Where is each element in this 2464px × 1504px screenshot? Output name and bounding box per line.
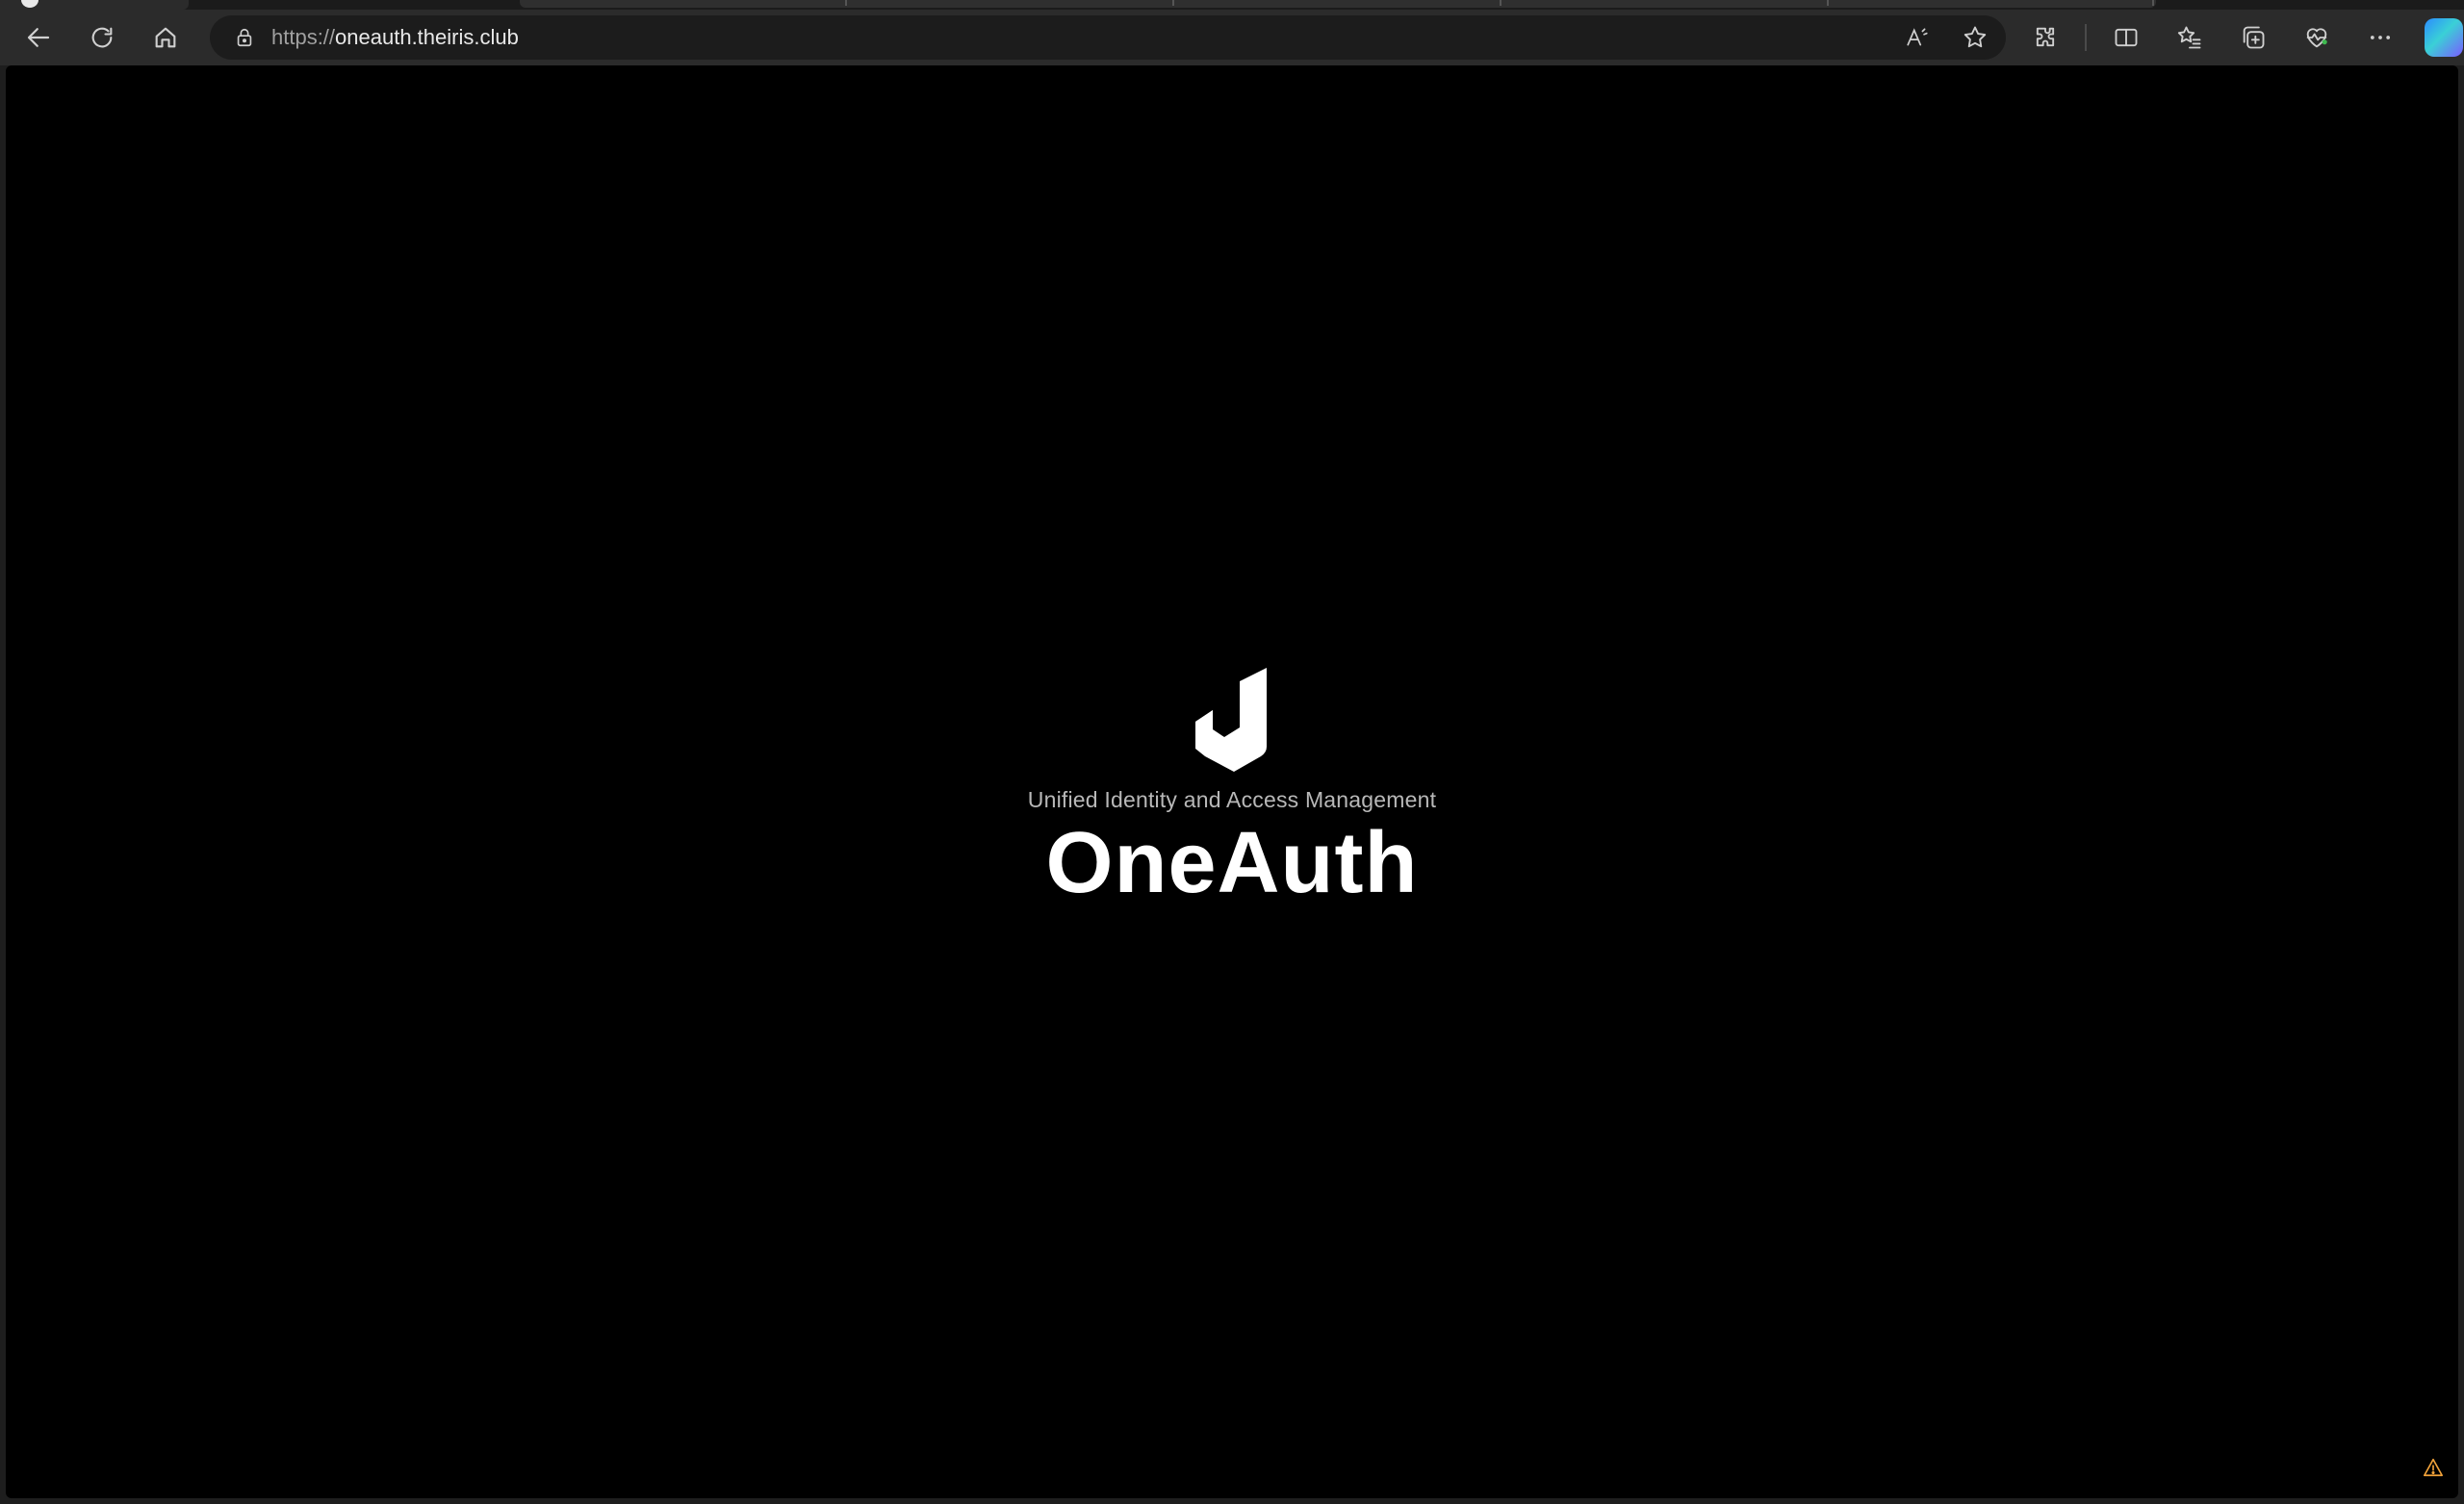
tab-separator <box>1500 0 1502 6</box>
favorites-list-icon <box>2177 26 2201 49</box>
warning-icon[interactable] <box>2422 1456 2445 1479</box>
back-button[interactable] <box>13 13 64 63</box>
browser-tools <box>2021 10 2464 65</box>
address-bar[interactable]: https://oneauth.theiris.club <box>210 15 2006 60</box>
read-aloud-button[interactable] <box>1898 18 1937 57</box>
tab-separator <box>1827 0 1829 6</box>
url-text[interactable]: https://oneauth.theiris.club <box>271 25 519 50</box>
split-screen-button[interactable] <box>2102 13 2150 62</box>
collections-button[interactable] <box>2229 13 2277 62</box>
favorites-button[interactable] <box>2166 13 2214 62</box>
home-icon <box>155 27 176 48</box>
more-dots-icon <box>2370 36 2391 39</box>
performance-button[interactable] <box>2293 13 2341 62</box>
lock-icon[interactable] <box>231 24 258 51</box>
copilot-icon <box>2425 18 2463 57</box>
tab-separator <box>845 0 847 6</box>
refresh-icon <box>91 27 113 48</box>
toolbar-divider <box>2085 24 2087 51</box>
collections-icon <box>2243 26 2265 49</box>
tab-favicon-icon <box>21 0 38 8</box>
star-icon <box>1964 26 1987 48</box>
url-scheme: https:// <box>271 25 336 49</box>
copilot-button[interactable] <box>2420 13 2464 62</box>
inactive-tabs[interactable] <box>520 0 2156 8</box>
browser-window: https://oneauth.theiris.club Unified Ide… <box>0 0 2464 1504</box>
split-screen-icon <box>2115 28 2138 47</box>
brand-title: OneAuth <box>1045 815 1419 911</box>
favorite-button[interactable] <box>1956 18 1994 57</box>
more-button[interactable] <box>2356 13 2404 62</box>
hero-section: Unified Identity and Access Management O… <box>6 668 2458 911</box>
address-bar-actions <box>1879 15 1994 60</box>
home-button[interactable] <box>141 13 191 63</box>
read-aloud-icon <box>1907 28 1928 46</box>
extensions-button[interactable] <box>2021 13 2069 62</box>
back-arrow-icon <box>27 28 50 47</box>
browser-toolbar: https://oneauth.theiris.club <box>0 10 2464 65</box>
active-tab[interactable] <box>0 0 189 10</box>
page-viewport: Unified Identity and Access Management O… <box>6 65 2458 1498</box>
puzzle-icon <box>2036 27 2055 47</box>
tab-separator <box>1172 0 1174 6</box>
url-host: oneauth.theiris.club <box>335 25 519 49</box>
heart-pulse-icon <box>2306 28 2327 48</box>
oneauth-logo <box>1195 668 1267 772</box>
tagline: Unified Identity and Access Management <box>1027 787 1437 812</box>
tab-separator <box>2152 0 2154 6</box>
refresh-button[interactable] <box>77 13 127 63</box>
tab-strip <box>0 0 2464 10</box>
